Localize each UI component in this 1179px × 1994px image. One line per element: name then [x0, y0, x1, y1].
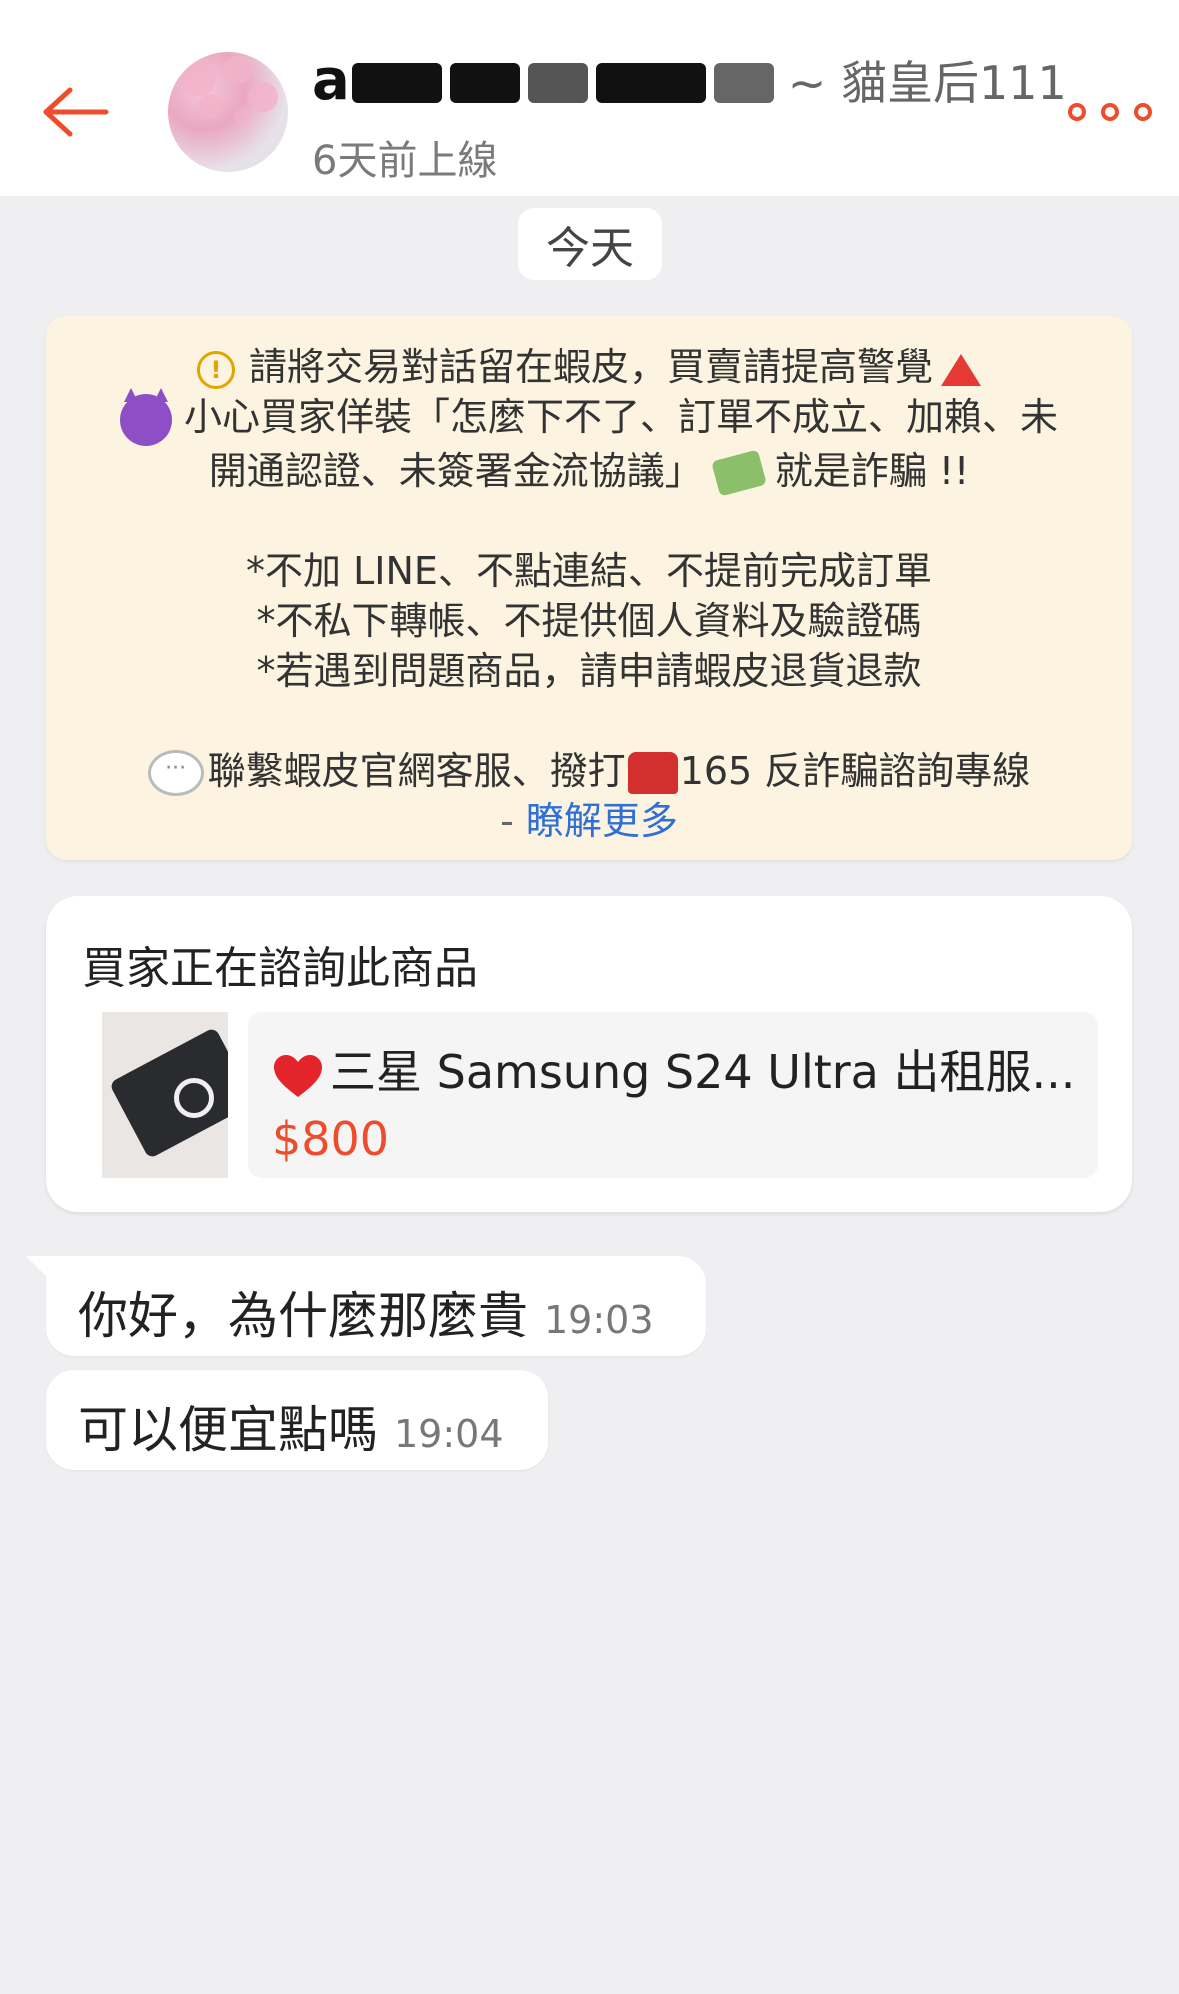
safety-notice: ! 請將交易對話留在蝦皮，買賣請提高警覺 小心買家佯裝「怎麼下不了、訂單不成立、加… [46, 316, 1132, 860]
message-text: 可以便宜點嗎 [78, 1401, 378, 1459]
notice-line-8: - 瞭解更多 [500, 799, 678, 843]
shop-name: ~ 貓皇后111 [787, 56, 1067, 110]
message-text: 你好，為什麼那麼貴 [78, 1287, 528, 1345]
telephone-icon [627, 752, 678, 794]
date-divider: 今天 [518, 208, 662, 280]
message-bubble[interactable]: 可以便宜點嗎 19:04 [46, 1370, 548, 1470]
chat-header: a ~ 貓皇后111 6天前上線 [0, 0, 1179, 196]
notice-line-1: ! 請將交易對話留在蝦皮，買賣請提高警覺 [46, 342, 1132, 392]
product-price: $800 [272, 1112, 390, 1166]
notice-line-2: 小心買家佯裝「怎麼下不了、訂單不成立、加賴、未 [46, 387, 1132, 446]
notice-line-4: *不加 LINE、不點連結、不提前完成訂單 [246, 548, 932, 593]
product-link[interactable]: 三星 Samsung S24 Ultra 出租服... $800 [248, 1012, 1098, 1178]
notice-line-6: *若遇到問題商品，請申請蝦皮退貨退款 [256, 648, 922, 693]
smiling-devil-icon [119, 387, 172, 446]
speech-bubble-icon: ··· [147, 750, 204, 796]
username-redacted: a [312, 48, 778, 113]
notice-line-5: *不私下轉帳、不提供個人資料及驗證碼 [256, 598, 922, 643]
more-options-icon [1101, 103, 1119, 121]
arrow-left-icon [43, 87, 109, 137]
product-thumbnail[interactable] [102, 1012, 228, 1178]
more-options-button[interactable] [1068, 92, 1152, 132]
learn-more-link[interactable]: 瞭解更多 [526, 799, 678, 843]
message-bubble[interactable]: 你好，為什麼那麼貴 19:03 [26, 1256, 706, 1356]
message-time: 19:03 [544, 1298, 654, 1342]
more-options-icon [1134, 103, 1152, 121]
product-name: 三星 Samsung S24 Ultra 出租服... [272, 1036, 1092, 1102]
more-options-icon [1068, 103, 1086, 121]
heart-icon [274, 1054, 322, 1097]
back-button[interactable] [36, 78, 116, 146]
inquiry-title: 買家正在諮詢此商品 [82, 943, 478, 994]
money-with-wings-icon [710, 449, 767, 497]
red-triangle-icon [941, 353, 981, 386]
avatar[interactable] [168, 52, 288, 172]
notice-line-7: ··· 聯繫蝦皮官網客服、撥打 165 反詐騙諮詢專線 [46, 746, 1132, 796]
notice-line-3: 開通認證、未簽署金流協議」 就是詐騙 !! [46, 446, 1132, 497]
last-seen-status: 6天前上線 [312, 138, 498, 184]
product-inquiry-card: 買家正在諮詢此商品 三星 Samsung S24 Ultra 出租服... $8… [46, 896, 1132, 1212]
chat-title[interactable]: a ~ 貓皇后111 [312, 44, 1067, 116]
warning-circle-icon: ! [196, 350, 235, 389]
message-time: 19:04 [394, 1412, 504, 1456]
